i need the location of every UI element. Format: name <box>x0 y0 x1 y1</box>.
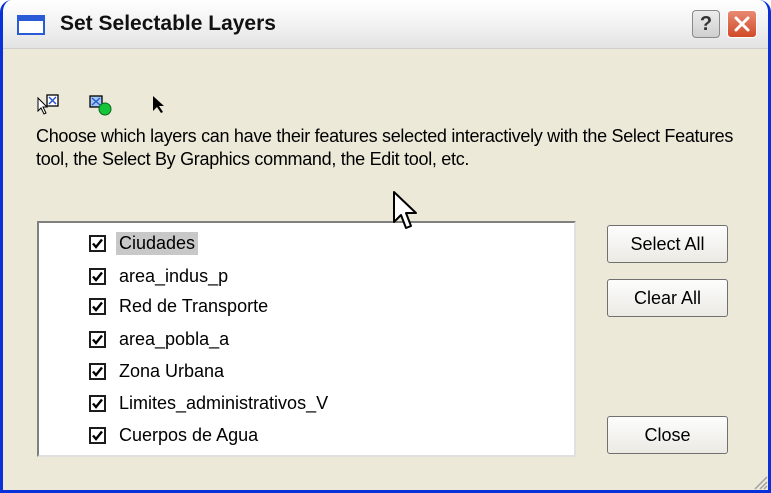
select-elements-arrow-icon[interactable] <box>150 93 174 117</box>
checkmark-icon <box>92 271 103 282</box>
layer-label: Ciudades <box>116 231 199 255</box>
checkmark-icon <box>92 366 103 377</box>
layer-checkbox[interactable] <box>89 234 106 252</box>
layer-checkbox[interactable] <box>89 330 106 348</box>
layer-item[interactable]: Cuerpos de Agua <box>89 420 261 450</box>
layer-checkbox[interactable] <box>89 267 106 285</box>
checkmark-icon <box>92 301 103 312</box>
select-all-button[interactable]: Select All <box>607 225 728 263</box>
close-window-button[interactable] <box>727 10 757 38</box>
mouse-cursor-icon <box>393 191 417 229</box>
select-by-graphics-icon[interactable] <box>88 93 112 117</box>
layer-item[interactable]: Red de Transporte <box>89 291 271 321</box>
layer-item[interactable]: Zona Urbana <box>89 356 227 386</box>
window-icon <box>17 15 45 35</box>
layer-item[interactable]: area_indus_p <box>89 261 231 291</box>
layer-label: Zona Urbana <box>119 360 225 381</box>
layer-label: Cuerpos de Agua <box>119 424 259 445</box>
instructions-text: Choose which layers can have their featu… <box>36 126 734 169</box>
close-button[interactable]: Close <box>607 416 728 454</box>
checkmark-icon <box>92 430 103 441</box>
layer-label: Limites_administrativos_V <box>119 392 329 413</box>
layers-list[interactable]: Ciudades area_indus_p Red de Transporte are… <box>37 221 576 457</box>
checkmark-icon <box>92 398 103 409</box>
checkmark-icon <box>92 238 103 249</box>
window-title: Set Selectable Layers <box>60 12 276 35</box>
layer-label: area_pobla_a <box>119 328 230 349</box>
layer-item[interactable]: Ciudades <box>89 228 199 258</box>
title-bar[interactable]: Set Selectable Layers ? <box>3 0 768 49</box>
layer-label: Red de Transporte <box>119 295 269 316</box>
layer-label: area_indus_p <box>119 265 229 286</box>
layer-item[interactable]: area_pobla_a <box>89 324 232 354</box>
clear-all-button[interactable]: Clear All <box>607 279 728 317</box>
layer-checkbox[interactable] <box>89 297 106 315</box>
help-button[interactable]: ? <box>692 10 720 38</box>
set-selectable-layers-dialog: Set Selectable Layers ? Choose which lay… <box>0 0 771 493</box>
resize-grip-icon[interactable] <box>752 474 768 490</box>
checkmark-icon <box>92 334 103 345</box>
close-icon <box>734 16 750 32</box>
select-features-icon[interactable] <box>36 93 60 117</box>
layer-checkbox[interactable] <box>89 362 106 380</box>
layer-checkbox[interactable] <box>89 426 106 444</box>
layer-item[interactable]: Limites_administrativos_V <box>89 388 331 418</box>
layer-checkbox[interactable] <box>89 394 106 412</box>
